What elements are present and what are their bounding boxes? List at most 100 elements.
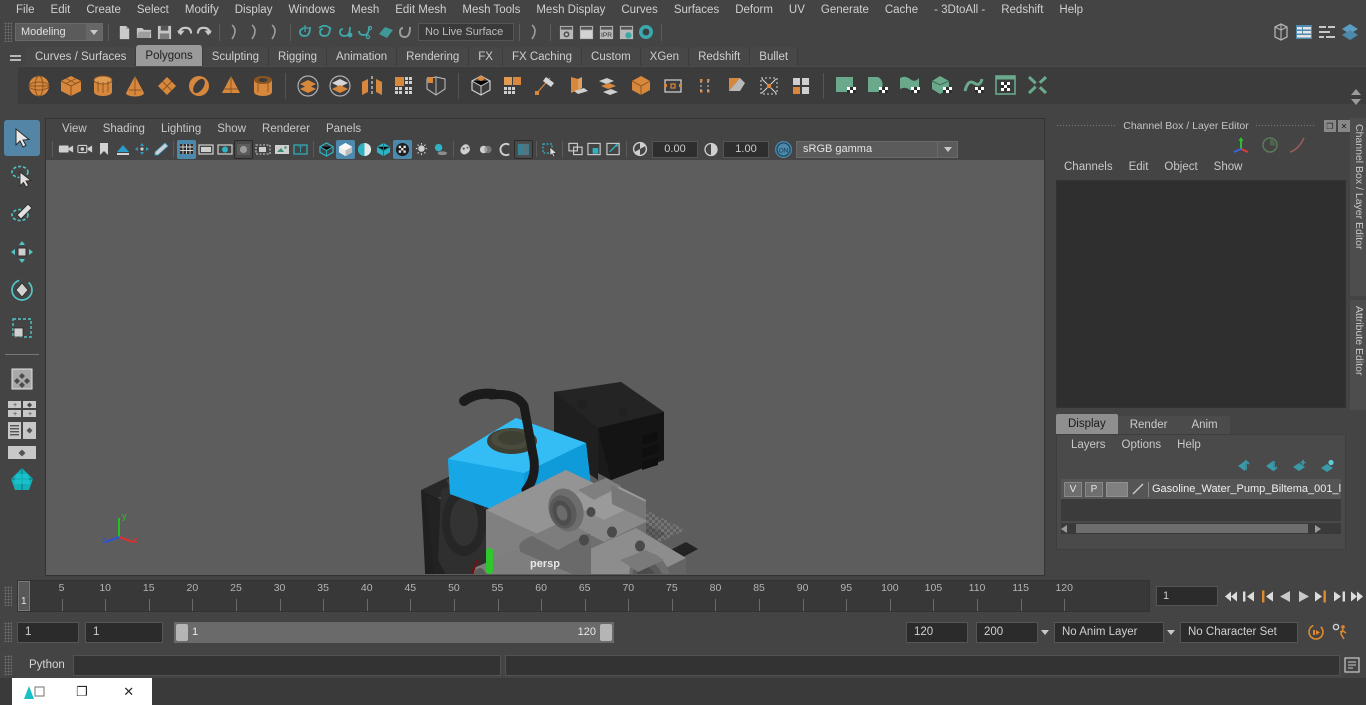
menu-item-mesh[interactable]: Mesh (343, 0, 387, 20)
poly-smooth-icon[interactable] (466, 70, 496, 102)
viewport-menu-renderer[interactable]: Renderer (254, 123, 318, 135)
range-start-handle[interactable] (176, 623, 188, 641)
layer-visibility-toggle[interactable]: V (1064, 481, 1082, 497)
channel-box-menu-channels[interactable]: Channels (1056, 161, 1121, 173)
step-back-frame-icon[interactable] (1258, 586, 1276, 606)
redo-icon[interactable] (194, 22, 214, 42)
shaded-wireframe-icon[interactable] (374, 140, 393, 159)
new-scene-icon[interactable] (114, 22, 134, 42)
step-forward-frame-icon[interactable] (1312, 586, 1330, 606)
play-forwards-icon[interactable] (1294, 586, 1312, 606)
color-space-dropdown-icon[interactable] (938, 140, 958, 158)
multi-sample-anti-aliasing-icon[interactable] (495, 140, 514, 159)
poly-quad-grid-icon[interactable] (498, 70, 528, 102)
animation-preferences-icon[interactable] (1328, 623, 1352, 641)
last-tool-used[interactable] (4, 361, 40, 397)
shelf-tab-fx[interactable]: FX (469, 47, 503, 66)
menu-set-selector[interactable]: Modeling (15, 23, 103, 41)
viewport-menu-shading[interactable]: Shading (95, 123, 153, 135)
close-window-button[interactable]: ✕ (105, 678, 152, 705)
snap-to-projected-center-icon[interactable] (356, 22, 376, 42)
quick-layout-four-view[interactable]: + + + (5, 399, 39, 419)
smooth-shade-all-icon[interactable] (336, 139, 355, 159)
shelf-tab-custom[interactable]: Custom (582, 47, 641, 66)
manipulator-axis-icon[interactable] (1232, 136, 1252, 154)
uv-cylindrical-icon[interactable] (863, 70, 893, 102)
render-current-frame-icon[interactable] (556, 22, 576, 42)
viewport-menu-panels[interactable]: Panels (318, 123, 369, 135)
scrollbar-thumb[interactable] (1076, 524, 1308, 533)
shelf-tab-bullet[interactable]: Bullet (750, 47, 799, 66)
poly-separate-icon[interactable] (421, 70, 451, 102)
viewport-menu-view[interactable]: View (54, 123, 95, 135)
layer-color-swatch[interactable] (1105, 481, 1128, 497)
depth-of-field-icon[interactable] (514, 139, 533, 159)
menu-item-surfaces[interactable]: Surfaces (666, 0, 727, 20)
poly-bridge-icon[interactable] (626, 70, 656, 102)
lasso-select-tool[interactable] (4, 158, 40, 194)
time-slider-ruler[interactable]: 1 5 10 15 20 25 30 35 40 45 50 55 60 65 70 75 80 85 90 95 1… (17, 580, 1150, 612)
isolate-select-icon[interactable] (540, 140, 559, 159)
select-tool[interactable] (4, 120, 40, 156)
move-layer-down-icon[interactable] (1263, 459, 1279, 473)
go-to-end-icon[interactable] (1348, 586, 1366, 606)
film-gate-icon[interactable] (196, 140, 215, 159)
playback-options-dropdown-icon[interactable] (1038, 622, 1052, 643)
restore-window-icon[interactable]: ❐ (1324, 120, 1336, 132)
move-layer-up-icon[interactable] (1235, 459, 1251, 473)
layer-menu-options[interactable]: Options (1114, 439, 1170, 451)
current-frame-field[interactable]: 1 (1156, 586, 1218, 606)
range-end-time-field[interactable]: 120 (906, 621, 968, 643)
uv-editor-icon[interactable] (991, 70, 1021, 102)
menu-item-redshift[interactable]: Redshift (993, 0, 1051, 20)
range-start-time-field[interactable]: 1 (85, 621, 163, 643)
two-dimensional-pan-zoom-icon[interactable] (132, 140, 151, 159)
channel-box-menu-show[interactable]: Show (1206, 161, 1251, 173)
redo-previous-render-icon[interactable] (576, 22, 596, 42)
create-layer-from-selected-icon[interactable] (1319, 459, 1335, 473)
shelf-tab-animation[interactable]: Animation (327, 47, 398, 66)
layer-playback-toggle[interactable]: P (1084, 481, 1103, 497)
select-by-component-icon[interactable] (265, 22, 285, 42)
gate-mask-icon[interactable] (234, 139, 253, 159)
restore-window-button[interactable]: ❐ (59, 678, 106, 705)
move-tool[interactable] (4, 234, 40, 270)
quick-layout-outliner-persp[interactable] (5, 421, 39, 441)
exposure-icon[interactable] (630, 140, 649, 159)
poly-bevel-icon[interactable] (594, 70, 624, 102)
screen-space-ambient-occlusion-icon[interactable] (457, 140, 476, 159)
menu-item-edit-mesh[interactable]: Edit Mesh (387, 0, 454, 20)
attribute-editor-icon[interactable] (1294, 22, 1314, 42)
scroll-right-icon[interactable] (1314, 524, 1321, 533)
layer-editor-tab-display[interactable]: Display (1056, 414, 1118, 434)
menu-item-mesh-display[interactable]: Mesh Display (528, 0, 613, 20)
shelf-tab-rigging[interactable]: Rigging (269, 47, 328, 66)
gamma-icon[interactable] (701, 140, 720, 159)
poly-multicut-icon[interactable] (690, 70, 720, 102)
animation-start-time-field[interactable]: 1 (17, 621, 79, 643)
menu-item-select[interactable]: Select (129, 0, 177, 20)
menu-item-modify[interactable]: Modify (177, 0, 227, 20)
select-camera-icon[interactable] (56, 140, 75, 159)
channel-box-attribute-list[interactable] (1056, 180, 1346, 408)
close-icon[interactable]: ✕ (1338, 120, 1350, 132)
uv-spherical-icon[interactable] (895, 70, 925, 102)
select-by-hierarchy-icon[interactable] (225, 22, 245, 42)
poly-pyramid-icon[interactable] (216, 70, 246, 102)
xray-mode-icon[interactable] (566, 140, 585, 159)
snap-to-curve-icon[interactable] (316, 22, 336, 42)
toggle-sidebar-icon[interactable] (1271, 22, 1291, 42)
anim-layer-field[interactable]: No Anim Layer (1054, 621, 1164, 643)
uv-cut-icon[interactable] (1023, 70, 1053, 102)
human-ik-icon[interactable] (4, 465, 40, 495)
wireframe-mode-icon[interactable] (317, 140, 336, 159)
menu-item-create[interactable]: Create (78, 0, 129, 20)
viewport-image-icon[interactable] (272, 140, 291, 159)
grease-pencil-icon[interactable] (151, 140, 170, 159)
scroll-down-icon[interactable] (1351, 99, 1361, 105)
panel-drag-dots-left[interactable] (1056, 124, 1118, 128)
layer-list-horizontal-scrollbar[interactable] (1061, 523, 1341, 534)
open-scene-icon[interactable] (134, 22, 154, 42)
viewport-3d-canvas[interactable]: y x z persp (46, 160, 1044, 574)
snap-to-point-icon[interactable] (336, 22, 356, 42)
